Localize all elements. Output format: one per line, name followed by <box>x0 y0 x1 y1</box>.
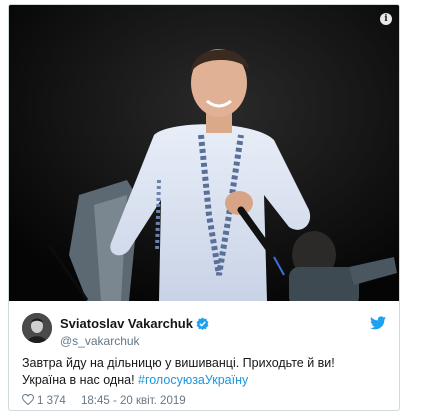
tweet-text-line-1: Завтра йду на дільницю у вишиванці. Прих… <box>22 356 335 370</box>
like-count: 1 374 <box>37 395 66 407</box>
tweet-text-line-2: Україна в нас одна! #голосуюзаУкраїну <box>22 372 392 389</box>
heart-icon <box>22 394 34 405</box>
like-button[interactable]: 1 374 <box>22 394 81 407</box>
tweet-timestamp[interactable]: 18:45 - 20 квіт. 2019 <box>81 395 186 407</box>
verified-badge-icon <box>196 317 209 330</box>
author-handle[interactable]: @s_vakarchuk <box>60 334 209 348</box>
tweet-footer: 1 374 18:45 - 20 квіт. 2019 <box>22 394 392 408</box>
info-icon[interactable]: i <box>380 13 392 25</box>
tweet-text-line-2-prefix: Україна в нас одна! <box>22 373 139 387</box>
concert-photo <box>9 5 399 301</box>
author-display-name[interactable]: Sviatoslav Vakarchuk <box>60 316 193 331</box>
embedded-tweet-card[interactable]: i Sviatoslav Vakarchuk @s_vakarchuk Завт… <box>8 4 400 411</box>
author-name-block[interactable]: Sviatoslav Vakarchuk @s_vakarchuk <box>60 315 209 348</box>
avatar[interactable] <box>22 313 52 343</box>
twitter-bird-icon[interactable] <box>370 316 386 330</box>
tweet-author-header: Sviatoslav Vakarchuk @s_vakarchuk <box>22 313 388 348</box>
hashtag-link[interactable]: #голосуюзаУкраїну <box>138 373 248 387</box>
tweet-photo[interactable]: i <box>9 5 399 301</box>
tweet-text: Завтра йду на дільницю у вишиванці. Прих… <box>22 355 392 389</box>
